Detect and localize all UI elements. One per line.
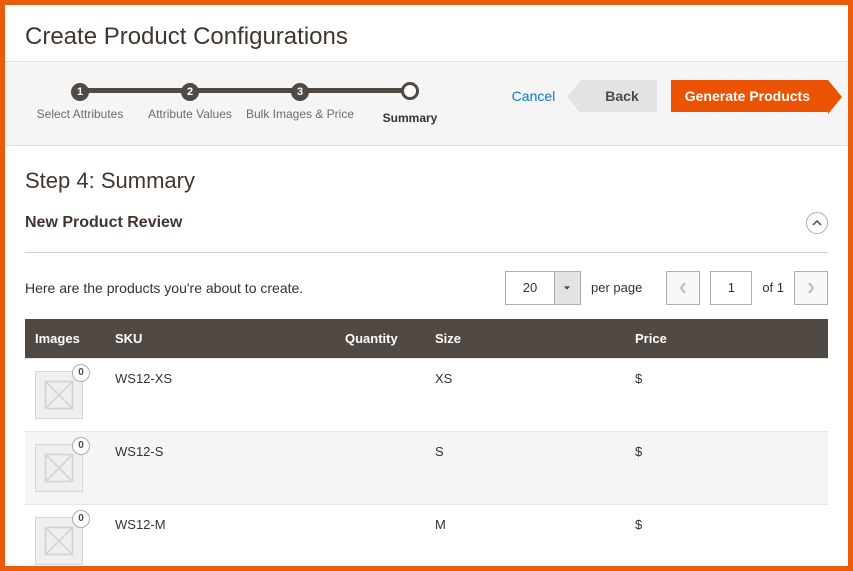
image-thumbnail[interactable]: 0 — [35, 517, 83, 565]
page-size-arrow[interactable] — [554, 272, 580, 304]
wizard-progress-bar: 1 Select Attributes 2 Attribute Values 3… — [5, 61, 848, 146]
image-count-badge: 0 — [72, 510, 90, 528]
image-count-badge: 0 — [72, 364, 90, 382]
table-body: 0 WS12-XS XS $ 0 WS12-S — [25, 358, 828, 571]
table-row: 0 WS12-M M $ — [25, 504, 828, 571]
cell-quantity — [335, 431, 425, 504]
cell-sku: WS12-M — [105, 504, 335, 571]
wizard-actions: Cancel Back Generate Products — [494, 80, 828, 112]
cell-size: M — [425, 504, 625, 571]
table-row: 0 WS12-S S $ — [25, 431, 828, 504]
prev-page-button[interactable] — [666, 271, 700, 305]
cell-size: XS — [425, 358, 625, 431]
page-number-input[interactable] — [710, 271, 752, 305]
page-title: Create Product Configurations — [5, 5, 848, 61]
image-thumbnail[interactable]: 0 — [35, 371, 83, 419]
steps-wrap: 1 Select Attributes 2 Attribute Values 3… — [25, 80, 465, 127]
cancel-button[interactable]: Cancel — [494, 80, 574, 112]
step-1-label: Select Attributes — [25, 107, 135, 123]
col-images-header: Images — [25, 319, 105, 359]
section-header: New Product Review — [25, 212, 828, 253]
step-3-label: Bulk Images & Price — [245, 107, 355, 123]
step-2-dot: 2 — [181, 83, 199, 101]
step-3-dot: 3 — [291, 83, 309, 101]
col-price-header: Price — [625, 319, 828, 359]
step-2-label: Attribute Values — [135, 107, 245, 123]
cell-quantity — [335, 358, 425, 431]
placeholder-icon — [41, 450, 77, 486]
step-1: 1 Select Attributes — [25, 82, 135, 123]
step-4: Summary — [355, 82, 465, 127]
table-row: 0 WS12-XS XS $ — [25, 358, 828, 431]
per-page-label: per page — [591, 280, 642, 295]
cell-sku: WS12-S — [105, 431, 335, 504]
next-page-button[interactable] — [794, 271, 828, 305]
chevron-up-icon — [812, 218, 822, 228]
products-table: Images SKU Quantity Size Price 0 WS12-XS — [25, 319, 828, 571]
step-2: 2 Attribute Values — [135, 82, 245, 123]
cell-price: $ — [625, 504, 828, 571]
back-button[interactable]: Back — [581, 80, 656, 112]
image-thumbnail[interactable]: 0 — [35, 444, 83, 492]
step-3: 3 Bulk Images & Price — [245, 82, 355, 123]
placeholder-icon — [41, 523, 77, 559]
cell-quantity — [335, 504, 425, 571]
col-quantity-header: Quantity — [335, 319, 425, 359]
step-4-dot — [401, 82, 419, 100]
col-sku-header: SKU — [105, 319, 335, 359]
toolbar: Here are the products you're about to cr… — [25, 271, 828, 305]
section-title: New Product Review — [25, 214, 182, 232]
step-heading: Step 4: Summary — [25, 168, 828, 194]
image-count-badge: 0 — [72, 437, 90, 455]
step-1-dot: 1 — [71, 83, 89, 101]
table-header-row: Images SKU Quantity Size Price — [25, 319, 828, 359]
collapse-toggle[interactable] — [806, 212, 828, 234]
chevron-right-icon — [807, 282, 815, 294]
col-size-header: Size — [425, 319, 625, 359]
cell-price: $ — [625, 358, 828, 431]
cell-size: S — [425, 431, 625, 504]
page-size-value: 20 — [506, 272, 554, 304]
generate-products-button[interactable]: Generate Products — [671, 80, 828, 112]
page-of-label: of 1 — [762, 280, 784, 295]
page-size-select[interactable]: 20 — [505, 271, 581, 305]
cell-price: $ — [625, 431, 828, 504]
pager: 20 per page of 1 — [505, 271, 828, 305]
caret-down-icon — [563, 284, 571, 292]
cell-sku: WS12-XS — [105, 358, 335, 431]
placeholder-icon — [41, 377, 77, 413]
step-4-label: Summary — [355, 111, 465, 127]
chevron-left-icon — [679, 282, 687, 294]
intro-text: Here are the products you're about to cr… — [25, 280, 303, 296]
